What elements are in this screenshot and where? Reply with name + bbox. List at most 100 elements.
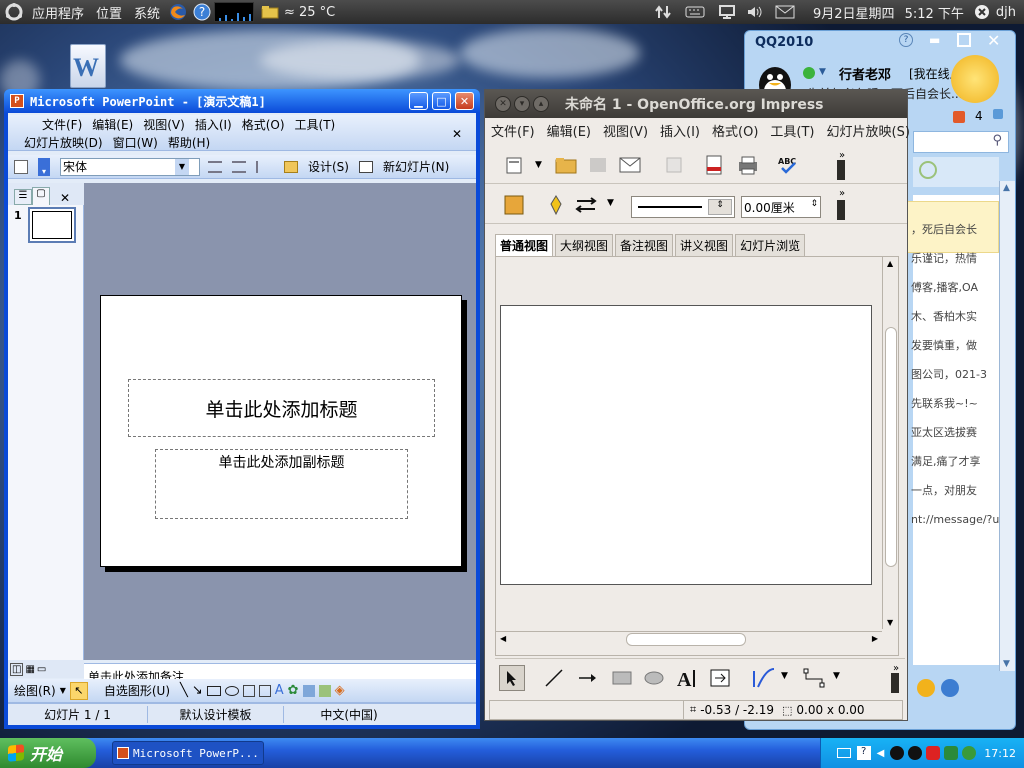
taskbar-powerpoint-button[interactable]: Microsoft PowerP...: [112, 741, 264, 765]
qq-scrollbar[interactable]: ▲ ▼: [999, 181, 1015, 671]
qq-help-icon[interactable]: ?: [899, 33, 913, 47]
ubuntu-logo-icon[interactable]: [4, 3, 24, 21]
bulleted-list-icon[interactable]: [232, 160, 246, 173]
pp-menu-window[interactable]: 窗口(W): [113, 134, 158, 151]
scroll-right-icon[interactable]: ▶: [872, 634, 878, 643]
qq-app-icon[interactable]: [993, 109, 1003, 119]
pp-menu-close-icon[interactable]: ✕: [452, 127, 462, 141]
pp-maximize-button[interactable]: □: [432, 92, 451, 110]
vertical-textbox-icon[interactable]: [258, 684, 271, 697]
tray-security-icon[interactable]: [926, 746, 941, 760]
system-monitor-graph[interactable]: [214, 2, 255, 22]
qq-feed-item[interactable]: 傅客,播客,OA: [911, 273, 1002, 302]
display-icon[interactable]: [717, 3, 737, 21]
vertical-scroll-thumb[interactable]: [885, 327, 897, 567]
line-width-input[interactable]: 0.00厘米 ⇕: [741, 196, 821, 218]
pp-menu-tools[interactable]: 工具(T): [295, 116, 336, 133]
curve-dropdown-icon[interactable]: ▼: [781, 671, 788, 681]
pp-menu-help[interactable]: 帮助(H): [168, 134, 210, 151]
arrow-style-icon[interactable]: [573, 192, 599, 218]
picture-icon[interactable]: [318, 684, 331, 697]
new-document-icon[interactable]: [14, 159, 28, 174]
help-icon[interactable]: ?: [192, 3, 212, 21]
email-icon[interactable]: [617, 152, 643, 178]
export-pdf-icon[interactable]: [701, 152, 727, 178]
oval-tool-icon[interactable]: [224, 685, 239, 696]
connector-dropdown-icon[interactable]: ▼: [833, 671, 840, 681]
new-slide-icon[interactable]: [358, 160, 373, 173]
curve-tool-icon[interactable]: [751, 665, 777, 691]
oo-menu-edit[interactable]: 编辑(E): [547, 121, 591, 140]
oo-minimize-button[interactable]: ▾: [514, 96, 530, 112]
impress-titlebar[interactable]: ✕ ▾ ▴ 未命名 1 - OpenOffice.org Impress: [485, 90, 907, 118]
pp-menu-format[interactable]: 格式(O): [242, 116, 285, 133]
pp-menu-insert[interactable]: 插入(I): [195, 116, 232, 133]
tab-handout-view[interactable]: 讲义视图: [675, 234, 734, 256]
qq-feed-item[interactable]: 满足,痛了才享: [911, 447, 1002, 476]
new-dropdown-icon[interactable]: ▼: [535, 160, 542, 170]
qq-status-dropdown-icon[interactable]: ▼: [819, 67, 826, 77]
line-style-icon[interactable]: [543, 192, 569, 218]
qq-tab-icon[interactable]: [919, 161, 937, 179]
ellipse-tool-icon[interactable]: [641, 665, 667, 691]
wordart-icon[interactable]: A: [275, 683, 284, 698]
line-tool-icon[interactable]: ╲: [180, 683, 188, 698]
toolbar-handle[interactable]: [837, 160, 845, 180]
title-placeholder[interactable]: 单击此处添加标题: [128, 379, 435, 437]
toolbar-options-icon[interactable]: ▾: [38, 157, 50, 176]
numbered-list-icon[interactable]: [208, 160, 222, 173]
qq-nickname[interactable]: 行者老邓: [839, 64, 891, 83]
menu-applications[interactable]: 应用程序: [26, 3, 90, 22]
tab-normal-view[interactable]: 普通视图: [495, 234, 554, 256]
oo-menu-file[interactable]: 文件(F): [491, 121, 535, 140]
tab-outline-view[interactable]: 大纲视图: [555, 234, 614, 256]
chevron-down-icon[interactable]: ▼: [175, 158, 189, 175]
slide-thumbnail[interactable]: [28, 207, 76, 243]
qq-feed-item[interactable]: 一点，对朋友: [911, 476, 1002, 505]
qq-feed-item[interactable]: 先联系我~!~: [911, 389, 1002, 418]
pp-menu-view[interactable]: 视图(V): [143, 116, 185, 133]
connector-tool-icon[interactable]: [801, 665, 827, 691]
qq-feed-item[interactable]: 亚太区选拔赛: [911, 418, 1002, 447]
impress-window[interactable]: ✕ ▾ ▴ 未命名 1 - OpenOffice.org Impress 文件(…: [484, 89, 910, 721]
draw-dropdown-icon[interactable]: ▼: [60, 686, 66, 695]
tray-qq-icon[interactable]: [890, 746, 905, 760]
qq-feed-item[interactable]: 图公司，021-3: [911, 360, 1002, 389]
vertical-scrollbar[interactable]: ▲ ▼: [882, 257, 898, 629]
qq-close-icon[interactable]: ✕: [987, 31, 1000, 50]
panel-date[interactable]: 9月2日星期四: [813, 3, 895, 22]
font-select[interactable]: 宋体 ▼: [60, 157, 200, 176]
folder-icon[interactable]: [260, 3, 280, 21]
open-folder-icon[interactable]: [553, 152, 579, 178]
qq-app2-icon[interactable]: [941, 679, 959, 697]
tray-shield-icon[interactable]: [944, 746, 959, 760]
qq-app1-icon[interactable]: [917, 679, 935, 697]
horizontal-scroll-thumb[interactable]: [626, 633, 746, 646]
fill-color-icon[interactable]: ◈: [335, 683, 345, 698]
weather-temperature[interactable]: 25 °C: [299, 5, 335, 20]
scroll-up-icon[interactable]: ▲: [887, 259, 893, 268]
pp-menu-file[interactable]: 文件(F): [42, 116, 82, 133]
arrow-tool-icon[interactable]: ↘: [192, 683, 203, 698]
mail-icon[interactable]: [775, 3, 795, 21]
rectangle-tool-icon[interactable]: [206, 685, 221, 696]
qq-feed-item[interactable]: ，死后自会长: [911, 215, 1002, 244]
normal-view-icon[interactable]: ◫: [10, 662, 24, 676]
sorter-view-icon[interactable]: ▦: [25, 664, 34, 675]
pp-menu-slideshow[interactable]: 幻灯片放映(D): [24, 134, 103, 151]
line-tool-icon[interactable]: [541, 665, 567, 691]
volume-icon[interactable]: [745, 3, 765, 21]
select-arrow-icon[interactable]: [499, 665, 525, 691]
oo-menu-view[interactable]: 视图(V): [603, 121, 648, 140]
oo-menu-insert[interactable]: 插入(I): [660, 121, 700, 140]
tray-clock[interactable]: 17:12: [984, 747, 1016, 760]
pp-menu-edit[interactable]: 编辑(E): [92, 116, 133, 133]
save-icon[interactable]: [585, 152, 611, 178]
oo-menu-tools[interactable]: 工具(T): [770, 121, 814, 140]
user-switch-icon[interactable]: [972, 3, 992, 21]
qq-maximize-icon[interactable]: [957, 33, 971, 47]
decrease-indent-icon[interactable]: [256, 160, 270, 173]
pp-close-button[interactable]: ✕: [455, 92, 474, 110]
line-fill-icon[interactable]: [501, 192, 527, 218]
rectangle-tool-icon[interactable]: [609, 665, 635, 691]
